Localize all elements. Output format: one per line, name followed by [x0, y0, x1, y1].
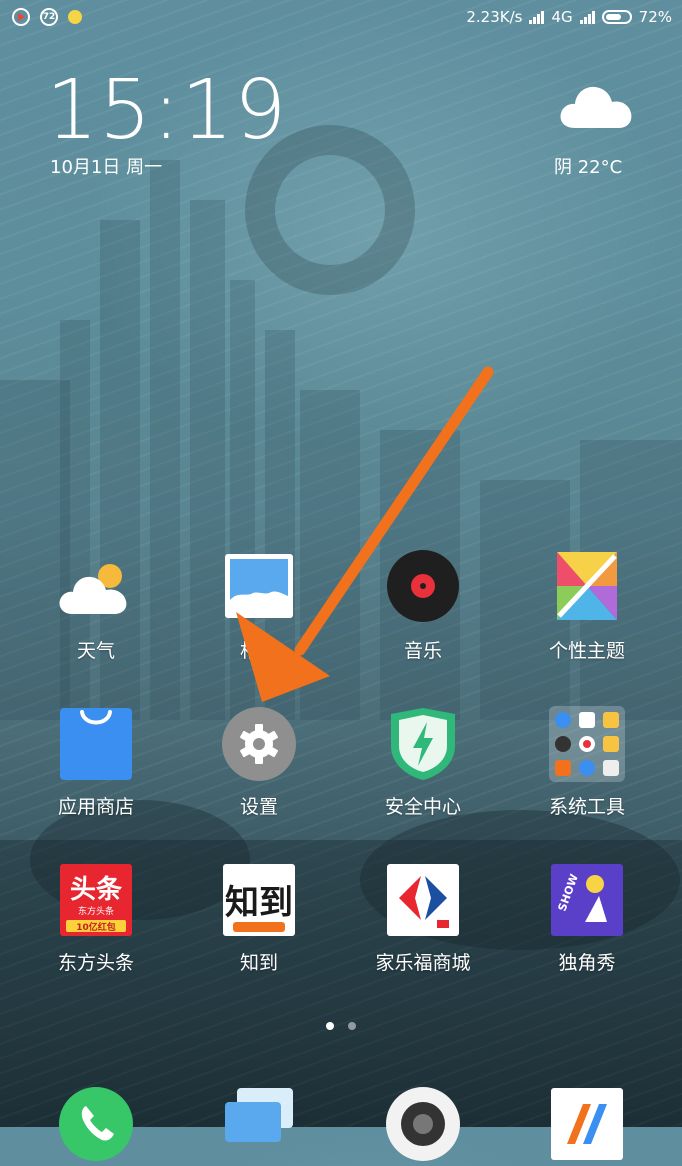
camera-icon — [385, 1086, 461, 1162]
system-tools-folder-icon — [549, 706, 625, 782]
dock-messages[interactable] — [177, 1086, 341, 1162]
clock-time[interactable]: 15:19 — [46, 70, 287, 152]
app-carrefour[interactable]: 家乐福商城 — [341, 862, 505, 975]
page-indicator — [0, 1022, 682, 1030]
app-store-icon — [58, 706, 134, 782]
app-label: 独角秀 — [558, 952, 616, 974]
yellow-dot-icon — [68, 10, 82, 24]
app-label: 知到 — [239, 952, 278, 974]
browser-icon — [549, 1086, 625, 1162]
page-dot[interactable] — [348, 1022, 356, 1030]
battery-percent: 72% — [638, 8, 672, 26]
signal-icon — [529, 10, 545, 24]
dongfang-toutiao-icon: 头条 东方头条 10亿红包 — [58, 862, 134, 938]
app-label: 相册 — [239, 640, 278, 662]
toutiao-sub-text: 东方头条 — [78, 905, 114, 917]
toutiao-logo-text: 头条 — [70, 875, 123, 905]
dock-browser[interactable] — [505, 1086, 669, 1162]
app-label: 家乐福商城 — [375, 952, 471, 974]
clock-date: 10月1日 周一 — [50, 157, 163, 178]
weather-widget[interactable] — [556, 80, 636, 136]
music-icon — [385, 550, 461, 626]
signal-icon-2 — [579, 10, 595, 24]
app-store[interactable]: 应用商店 — [14, 706, 178, 819]
network-type: 4G — [551, 8, 573, 26]
app-dujiaoxiu[interactable]: SHOW 独角秀 — [505, 862, 669, 975]
dujiaoxiu-icon: SHOW — [549, 862, 625, 938]
app-zhidao[interactable]: 知到 知到 — [177, 862, 341, 975]
weather-icon — [58, 550, 134, 626]
weather-text: 阴 22°C — [554, 157, 623, 178]
app-themes[interactable]: 个性主题 — [505, 550, 669, 663]
app-settings[interactable]: 设置 — [177, 706, 341, 819]
security-shield-icon — [385, 706, 461, 782]
status-bar: 72 2.23K/s 4G 72% — [0, 0, 682, 36]
app-label: 个性主题 — [548, 640, 625, 662]
notification-badge-icon: 72 — [40, 8, 58, 26]
themes-icon — [549, 550, 625, 626]
app-label: 应用商店 — [57, 796, 134, 818]
app-label: 安全中心 — [384, 796, 461, 818]
settings-gear-icon — [221, 706, 297, 782]
cloud-icon — [560, 86, 632, 128]
app-label: 系统工具 — [548, 796, 625, 818]
battery-icon — [601, 10, 632, 24]
app-security[interactable]: 安全中心 — [341, 706, 505, 819]
app-music[interactable]: 音乐 — [341, 550, 505, 663]
page-dot-active[interactable] — [326, 1022, 334, 1030]
dock-phone[interactable] — [14, 1086, 178, 1162]
app-gallery[interactable]: 相册 — [177, 550, 341, 663]
app-label: 东方头条 — [57, 952, 134, 974]
net-speed: 2.23K/s — [466, 8, 523, 26]
app-dongfang-toutiao[interactable]: 头条 东方头条 10亿红包 东方头条 — [14, 862, 178, 975]
play-icon — [12, 8, 30, 26]
gallery-icon — [221, 550, 297, 626]
messages-icon — [221, 1086, 297, 1162]
app-system-tools[interactable]: 系统工具 — [505, 706, 669, 819]
carrefour-icon — [385, 862, 461, 938]
toutiao-badge-text: 10亿红包 — [76, 921, 116, 933]
app-label: 音乐 — [403, 640, 442, 662]
zhidao-logo-text: 知到 — [225, 883, 293, 923]
phone-icon — [58, 1086, 134, 1162]
app-label: 天气 — [76, 640, 115, 662]
app-label: 设置 — [239, 796, 278, 818]
dock-camera[interactable] — [341, 1086, 505, 1162]
app-weather[interactable]: 天气 — [14, 550, 178, 663]
zhidao-icon: 知到 — [221, 862, 297, 938]
